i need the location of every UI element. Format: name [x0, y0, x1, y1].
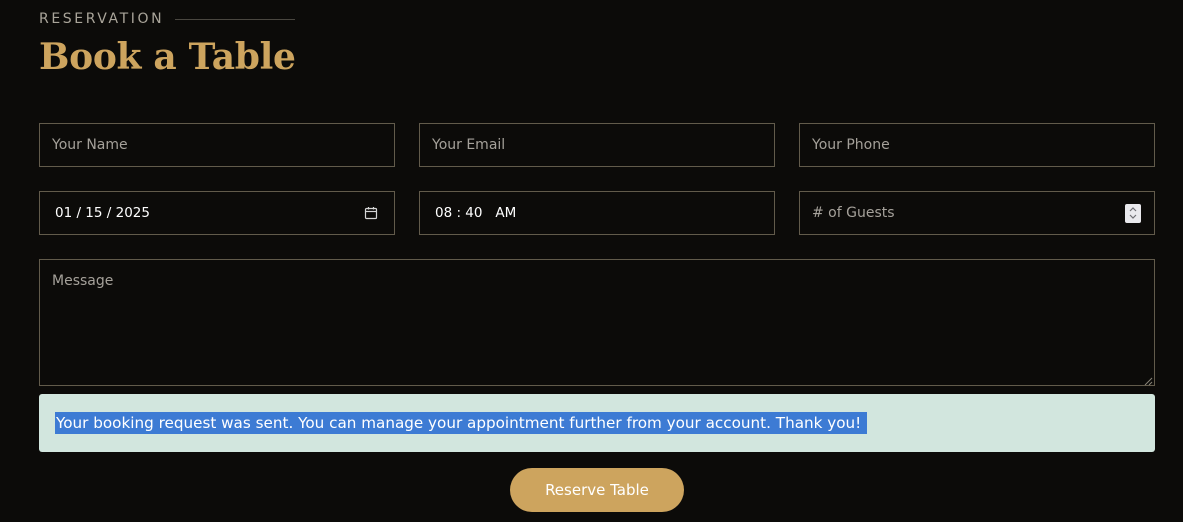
- guests-field-placeholder: # of Guests: [812, 205, 895, 221]
- message-field-placeholder: Message: [52, 273, 114, 289]
- time-field[interactable]: 08 : 40 AM: [419, 191, 775, 235]
- time-field-value: 08 : 40 AM: [435, 205, 517, 221]
- resize-grip-icon[interactable]: [1143, 374, 1153, 386]
- name-field[interactable]: Your Name: [39, 123, 395, 167]
- reserve-table-button[interactable]: Reserve Table: [510, 468, 684, 512]
- success-alert: Your booking request was sent. You can m…: [39, 394, 1155, 452]
- section-eyebrow: RESERVATION: [39, 10, 296, 28]
- email-field-placeholder: Your Email: [432, 137, 506, 153]
- name-field-placeholder: Your Name: [52, 137, 128, 153]
- page-title: Book a Table: [39, 36, 296, 78]
- number-spinner-icon[interactable]: [1125, 203, 1141, 223]
- date-field-value: 01 / 15 / 2025: [55, 205, 150, 221]
- phone-field[interactable]: Your Phone: [799, 123, 1155, 167]
- success-alert-text: Your booking request was sent. You can m…: [55, 412, 868, 434]
- date-field[interactable]: 01 / 15 / 2025: [39, 191, 395, 235]
- phone-field-placeholder: Your Phone: [812, 137, 890, 153]
- eyebrow-label: RESERVATION: [39, 11, 165, 27]
- email-field[interactable]: Your Email: [419, 123, 775, 167]
- calendar-icon[interactable]: [364, 206, 378, 220]
- guests-field[interactable]: # of Guests: [799, 191, 1155, 235]
- message-field[interactable]: Message: [39, 259, 1155, 386]
- eyebrow-divider: [175, 18, 296, 20]
- reservation-section: RESERVATION Book a Table Your Name Your …: [0, 0, 1183, 522]
